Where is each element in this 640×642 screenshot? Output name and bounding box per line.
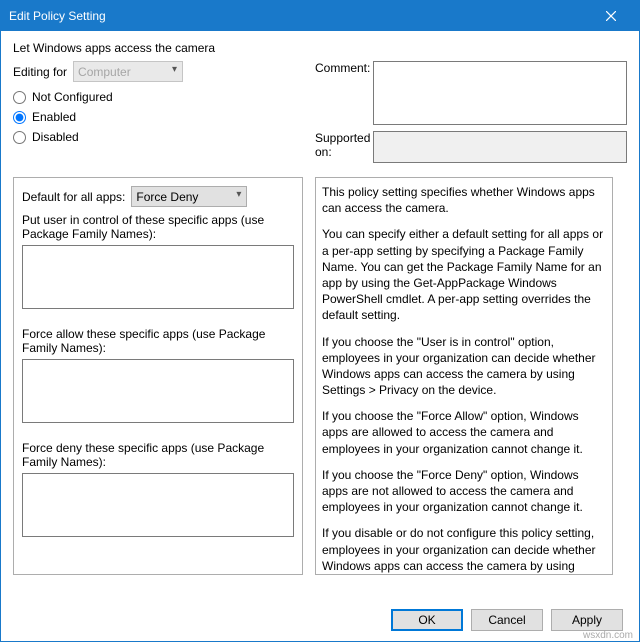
help-text: You can specify either a default setting…	[322, 226, 606, 323]
editing-for-select[interactable]: Computer	[73, 61, 183, 82]
close-button[interactable]	[591, 1, 631, 31]
close-icon	[606, 11, 616, 21]
watermark: wsxdn.com	[583, 630, 633, 641]
force-deny-label: Force deny these specific apps (use Pack…	[22, 441, 294, 469]
dialog-buttons: OK Cancel Apply	[391, 609, 623, 631]
comment-textarea[interactable]	[373, 61, 627, 125]
policy-name: Let Windows apps access the camera	[13, 41, 627, 55]
radio-not-configured-label: Not Configured	[32, 90, 113, 104]
state-radio-group: Not Configured Enabled Disabled	[13, 90, 303, 144]
radio-enabled[interactable]: Enabled	[13, 110, 303, 124]
apply-button[interactable]: Apply	[551, 609, 623, 631]
default-apps-label: Default for all apps:	[22, 190, 125, 204]
radio-disabled-input[interactable]	[13, 131, 26, 144]
radio-not-configured[interactable]: Not Configured	[13, 90, 303, 104]
editing-for-label: Editing for	[13, 65, 67, 79]
cancel-button[interactable]: Cancel	[471, 609, 543, 631]
radio-disabled-label: Disabled	[32, 130, 79, 144]
content-area: Let Windows apps access the camera Editi…	[1, 31, 639, 575]
help-text: This policy setting specifies whether Wi…	[322, 184, 606, 216]
put-user-listbox[interactable]	[22, 245, 294, 309]
help-text: If you choose the "User is in control" o…	[322, 334, 606, 399]
editing-for-row: Editing for Computer	[13, 61, 303, 82]
options-pane: Default for all apps: Force Deny Put use…	[13, 177, 303, 575]
force-allow-listbox[interactable]	[22, 359, 294, 423]
supported-on-textarea	[373, 131, 627, 163]
titlebar: Edit Policy Setting	[1, 1, 639, 31]
ok-button[interactable]: OK	[391, 609, 463, 631]
help-pane[interactable]: This policy setting specifies whether Wi…	[315, 177, 613, 575]
help-text: If you choose the "Force Deny" option, W…	[322, 467, 606, 516]
help-text: If you disable or do not configure this …	[322, 525, 606, 575]
radio-enabled-input[interactable]	[13, 111, 26, 124]
window-title: Edit Policy Setting	[9, 9, 591, 23]
force-deny-listbox[interactable]	[22, 473, 294, 537]
put-user-label: Put user in control of these specific ap…	[22, 213, 294, 241]
radio-not-configured-input[interactable]	[13, 91, 26, 104]
force-allow-label: Force allow these specific apps (use Pac…	[22, 327, 294, 355]
radio-disabled[interactable]: Disabled	[13, 130, 303, 144]
default-apps-select[interactable]: Force Deny	[131, 186, 247, 207]
radio-enabled-label: Enabled	[32, 110, 76, 124]
supported-on-label: Supported on:	[315, 131, 373, 159]
comment-label: Comment:	[315, 61, 373, 75]
help-text: If you choose the "Force Allow" option, …	[322, 408, 606, 457]
